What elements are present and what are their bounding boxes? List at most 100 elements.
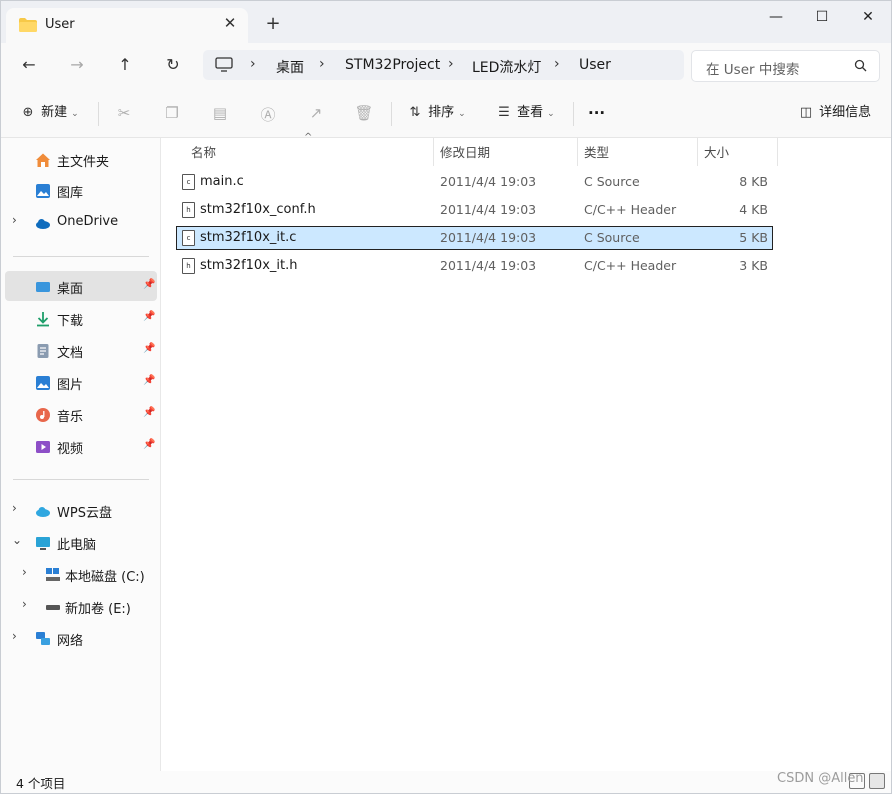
forward-button[interactable]: → — [63, 53, 91, 77]
sidebar-item-label: 图片 — [57, 378, 84, 393]
cut-icon[interactable]: ✂ — [113, 104, 135, 124]
chevron-right-icon[interactable]: › — [12, 501, 17, 515]
file-name: main.c — [200, 174, 244, 189]
music-icon — [36, 408, 50, 422]
chevron-right-icon[interactable]: › — [22, 565, 27, 579]
wps-cloud-icon — [36, 507, 50, 517]
tab-close-icon[interactable]: ✕ — [220, 13, 240, 33]
details-pane-icon: ◫ — [799, 105, 813, 120]
table-row[interactable]: h stm32f10x_it.h 2011/4/4 19:03 C/C++ He… — [176, 254, 773, 278]
copy-icon[interactable]: ❐ — [161, 104, 183, 124]
pin-icon[interactable]: 📌 — [143, 375, 155, 386]
pin-icon[interactable]: 📌 — [143, 439, 155, 450]
status-bar: 4 个项目 — [1, 771, 891, 793]
column-header-name[interactable]: 名称 — [191, 142, 216, 161]
column-divider[interactable] — [697, 138, 698, 166]
new-tab-button[interactable]: + — [263, 14, 283, 34]
column-header-type[interactable]: 类型 — [584, 142, 609, 161]
paste-icon[interactable]: ▤ — [209, 104, 231, 124]
column-header-date[interactable]: 修改日期 — [440, 142, 490, 161]
column-header-size[interactable]: 大小 — [704, 142, 729, 161]
breadcrumb-item[interactable]: STM32Project — [345, 57, 440, 73]
file-list-pane: ^ 名称 修改日期 类型 大小 c main.c 2011/4/4 19:03 … — [161, 132, 891, 771]
chevron-down-icon: ⌄ — [547, 109, 555, 119]
pin-icon[interactable]: 📌 — [143, 343, 155, 354]
sidebar-item-label: 音乐 — [57, 410, 84, 425]
maximize-button[interactable]: ☐ — [799, 6, 845, 30]
view-list-icon: ☰ — [498, 105, 510, 120]
table-row-selected[interactable]: c stm32f10x_it.c 2011/4/4 19:03 C Source… — [176, 226, 773, 250]
title-bar: User ✕ + — ☐ ✕ — [1, 1, 891, 43]
sidebar-item-label: 视频 — [57, 442, 84, 457]
watermark: CSDN @Allen — [777, 771, 864, 786]
divider — [391, 102, 392, 126]
pin-icon[interactable]: 📌 — [143, 311, 155, 322]
sidebar-item-downloads[interactable]: 下载 📌 — [5, 303, 157, 333]
sidebar-item-label: 新加卷 (E:) — [65, 602, 131, 617]
new-button[interactable]: ⊕ 新建 ⌄ — [19, 102, 79, 124]
view-label: 查看 — [517, 105, 544, 120]
plus-circle-icon: ⊕ — [22, 105, 34, 120]
divider — [13, 479, 149, 480]
chevron-down-icon[interactable]: ⌄ — [12, 533, 22, 547]
tiles-view-icon[interactable] — [869, 773, 885, 789]
file-date: 2011/4/4 19:03 — [440, 202, 537, 217]
up-button[interactable]: ↑ — [111, 53, 139, 77]
search-box[interactable]: 在 User 中搜索 — [691, 50, 880, 82]
divider — [13, 256, 149, 257]
sidebar-item-this-pc[interactable]: ⌄ 此电脑 — [5, 527, 157, 557]
details-pane-button[interactable]: ◫ 详细信息 — [797, 102, 871, 124]
share-icon[interactable]: ↗ — [305, 104, 327, 124]
file-name: stm32f10x_it.h — [200, 258, 298, 273]
view-button[interactable]: ☰ 查看 ⌄ — [495, 102, 555, 124]
divider — [98, 102, 99, 126]
file-date: 2011/4/4 19:03 — [440, 258, 537, 273]
new-label: 新建 — [41, 105, 68, 120]
more-options-icon[interactable]: ··· — [588, 102, 605, 124]
breadcrumb-separator: › — [319, 56, 325, 72]
sidebar-item-documents[interactable]: 文档 📌 — [5, 335, 157, 365]
drive-c-icon — [46, 568, 60, 581]
file-type: C Source — [584, 230, 640, 245]
column-divider[interactable] — [577, 138, 578, 166]
sort-button[interactable]: ⇅ 排序 ⌄ — [406, 102, 466, 124]
sidebar-item-onedrive[interactable]: › OneDrive — [5, 207, 157, 237]
column-divider[interactable] — [433, 138, 434, 166]
chevron-right-icon[interactable]: › — [12, 629, 17, 643]
file-size: 8 KB — [739, 174, 768, 189]
table-row[interactable]: c main.c 2011/4/4 19:03 C Source 8 KB — [176, 170, 773, 194]
refresh-button[interactable]: ↻ — [159, 53, 187, 77]
pin-icon[interactable]: 📌 — [143, 407, 155, 418]
address-bar[interactable]: › 桌面 › STM32Project › LED流水灯 › User — [203, 50, 684, 80]
sidebar-item-drive-e[interactable]: › 新加卷 (E:) — [5, 591, 157, 621]
breadcrumb-item[interactable]: 桌面 — [276, 57, 304, 77]
search-input[interactable]: 在 User 中搜索 — [706, 58, 799, 78]
tab-user[interactable]: User ✕ — [6, 8, 248, 43]
close-window-button[interactable]: ✕ — [845, 6, 891, 30]
sidebar-item-drive-c[interactable]: › 本地磁盘 (C:) — [5, 559, 157, 589]
sidebar-item-pictures[interactable]: 图片 📌 — [5, 367, 157, 397]
chevron-down-icon: ⌄ — [458, 109, 466, 119]
pin-icon[interactable]: 📌 — [143, 279, 155, 290]
column-divider[interactable] — [777, 138, 778, 166]
sidebar-item-gallery[interactable]: 图库 — [5, 175, 157, 205]
sidebar-item-desktop[interactable]: 桌面 📌 — [5, 271, 157, 301]
chevron-right-icon[interactable]: › — [22, 597, 27, 611]
table-row[interactable]: h stm32f10x_conf.h 2011/4/4 19:03 C/C++ … — [176, 198, 773, 222]
back-button[interactable]: ← — [15, 53, 43, 77]
sidebar-item-label: WPS云盘 — [57, 506, 112, 521]
sidebar-item-music[interactable]: 音乐 📌 — [5, 399, 157, 429]
sidebar-item-wps-cloud[interactable]: › WPS云盘 — [5, 495, 157, 525]
rename-icon[interactable]: Ⓐ — [257, 104, 279, 124]
sidebar-item-label: 本地磁盘 (C:) — [65, 570, 145, 585]
breadcrumb-item-current[interactable]: User — [579, 57, 611, 73]
delete-icon[interactable]: 🗑 — [353, 104, 375, 124]
minimize-button[interactable]: — — [753, 6, 799, 30]
home-icon — [36, 153, 50, 167]
breadcrumb-item[interactable]: LED流水灯 — [472, 57, 541, 77]
sidebar-item-videos[interactable]: 视频 📌 — [5, 431, 157, 461]
sidebar-item-network[interactable]: › 网络 — [5, 623, 157, 653]
sidebar-item-home[interactable]: 主文件夹 — [5, 144, 157, 174]
item-count: 4 个项目 — [16, 776, 66, 791]
navigation-pane: 主文件夹 图库 › OneDrive 桌面 📌 下载 📌 文档 📌 图片 📌 音… — [1, 138, 161, 771]
